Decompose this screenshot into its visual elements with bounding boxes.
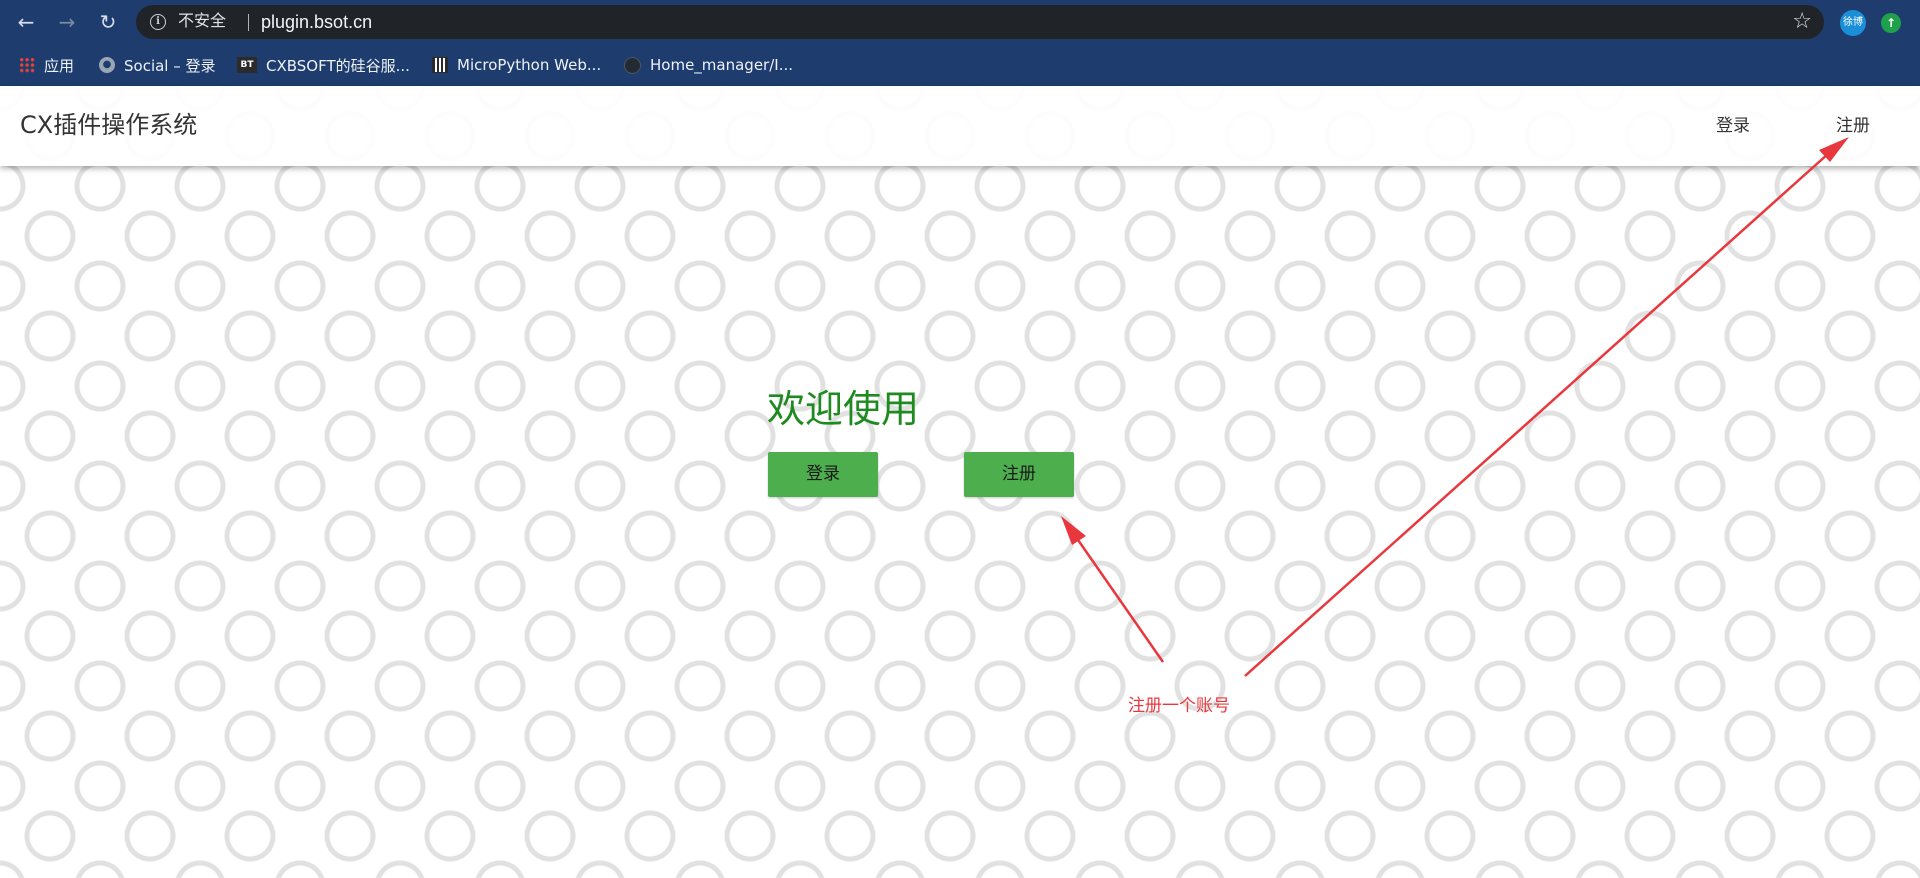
github-icon	[624, 56, 641, 74]
forward-icon[interactable]: →	[55, 10, 79, 34]
register-button[interactable]: 注册	[964, 452, 1074, 497]
bookmark-label: CXBSOFT的硅谷服...	[266, 56, 410, 75]
apps-grid-icon	[19, 57, 35, 73]
update-arrow-icon[interactable]: ↑	[1881, 13, 1901, 33]
bookmarks-bar: 应用 ● Social – 登录 BT CXBSOFT的硅谷服... Micro…	[0, 44, 1920, 86]
info-icon[interactable]: i	[150, 14, 166, 30]
reload-icon[interactable]: ↻	[96, 10, 120, 34]
bookmark-apps[interactable]: 应用	[19, 54, 74, 76]
bt-icon: BT	[237, 57, 257, 73]
url-text[interactable]: plugin.bsot.cn	[261, 12, 372, 32]
bookmark-label: MicroPython Web...	[457, 56, 602, 74]
site-title[interactable]: CX插件操作系统	[20, 110, 197, 140]
bookmark-label: 应用	[44, 56, 75, 75]
header-login-link[interactable]: 登录	[1716, 116, 1750, 136]
browser-chrome: ← → ↻ i 不安全 plugin.bsot.cn ☆ 徐博 ↑ 应用 ● S…	[0, 0, 1920, 86]
annotation-text: 注册一个账号	[1128, 696, 1230, 716]
bookmark-star-icon[interactable]: ☆	[1792, 9, 1812, 35]
browser-toolbar: ← → ↻ i 不安全 plugin.bsot.cn ☆ 徐博 ↑	[0, 0, 1920, 44]
site-header: CX插件操作系统 登录 注册	[0, 86, 1920, 166]
address-bar[interactable]: i 不安全 plugin.bsot.cn ☆	[136, 5, 1824, 39]
bookmark-cxbsoft[interactable]: BT CXBSOFT的硅谷服...	[237, 54, 410, 76]
bookmark-label: Social – 登录	[124, 56, 216, 75]
micropython-icon	[432, 57, 448, 73]
header-register-link[interactable]: 注册	[1836, 116, 1870, 136]
back-icon[interactable]: ←	[14, 10, 38, 34]
login-button[interactable]: 登录	[768, 452, 878, 497]
bookmark-social[interactable]: ● Social – 登录	[99, 54, 216, 76]
page-background: CX插件操作系统 登录 注册 欢迎使用 登录 注册	[0, 86, 1920, 878]
welcome-heading: 欢迎使用	[767, 387, 920, 431]
bookmark-home-manager[interactable]: Home_manager/I...	[624, 54, 793, 76]
bookmark-micropython[interactable]: MicroPython Web...	[432, 54, 601, 76]
address-separator	[248, 14, 249, 31]
globe-icon: ●	[99, 57, 115, 73]
profile-avatar[interactable]: 徐博	[1840, 10, 1866, 36]
bookmark-label: Home_manager/I...	[650, 56, 793, 74]
security-label[interactable]: 不安全	[178, 13, 226, 31]
